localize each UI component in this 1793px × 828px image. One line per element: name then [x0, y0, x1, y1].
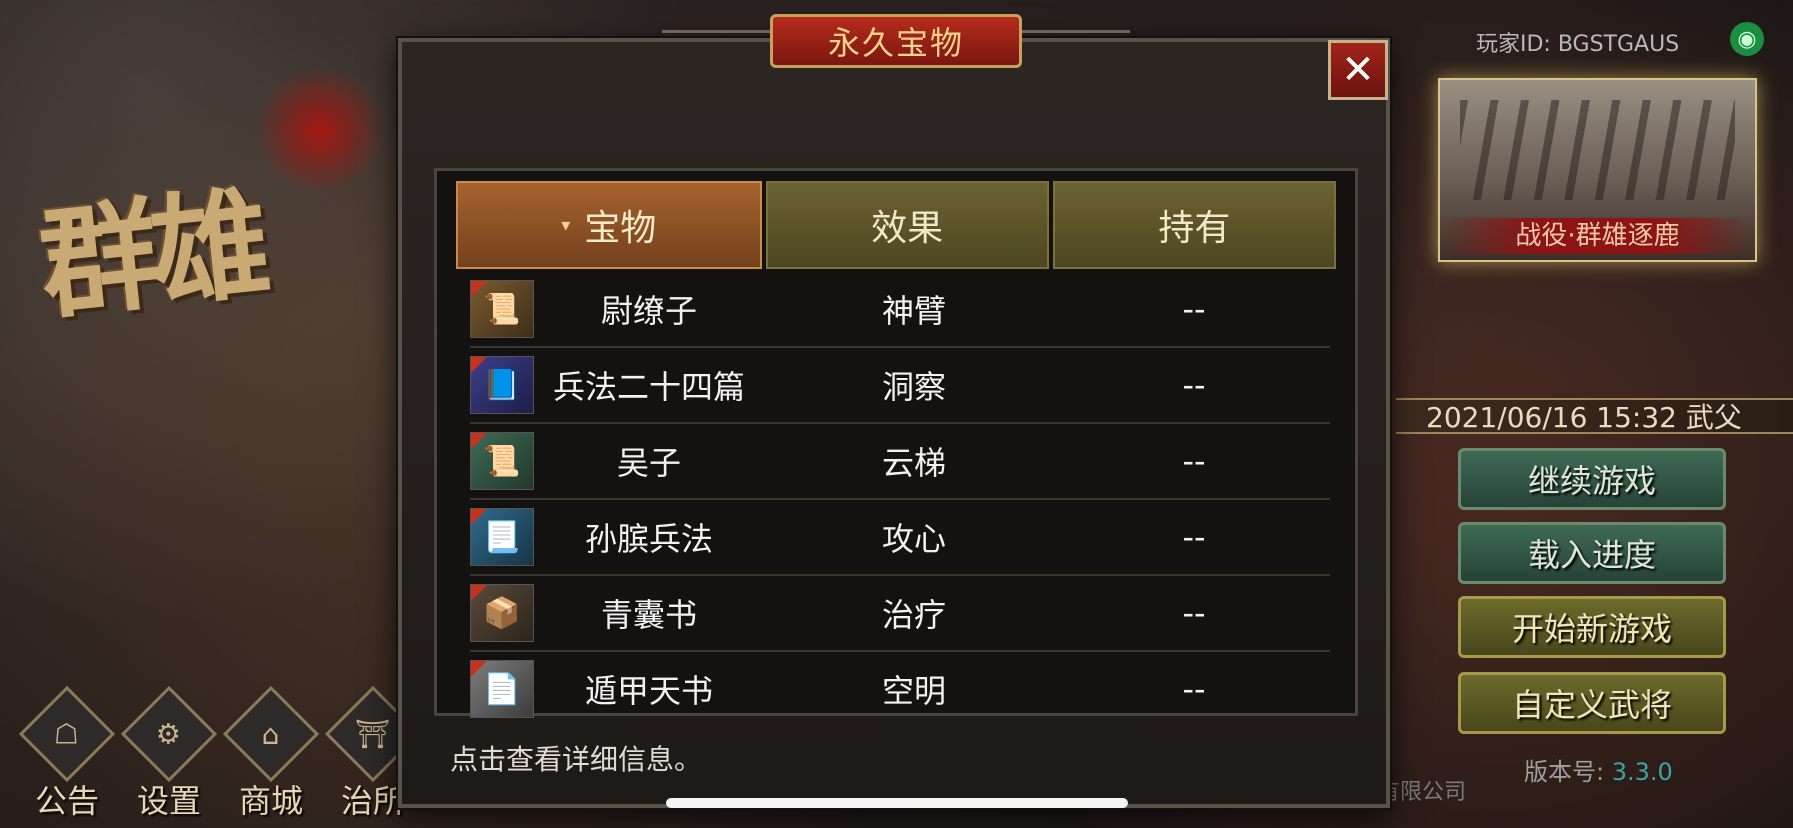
- treasure-owned: --: [1182, 290, 1206, 328]
- table-row[interactable]: 📦 青囊书 治疗 --: [470, 576, 1330, 652]
- dialog-title: 永久宝物: [827, 24, 964, 62]
- treasure-name: 尉缭子: [600, 292, 697, 330]
- main-menu: ☖ 公告 ⚙ 设置 ⌂ 商城 ⛩ 治所: [18, 685, 422, 822]
- column-label: 宝物: [584, 208, 657, 249]
- blue-book-icon: 📘: [470, 356, 534, 414]
- player-id: 玩家ID: BGSTGAUS: [1476, 32, 1680, 57]
- menu-label: 公告: [34, 782, 99, 820]
- game-logo: 群雄: [33, 173, 267, 337]
- treasure-name: 兵法二十四篇: [552, 368, 745, 406]
- treasure-name: 青囊书: [600, 596, 697, 634]
- column-header-treasure[interactable]: ▾ 宝物: [456, 181, 762, 269]
- custom-general-button[interactable]: 自定义武将: [1458, 672, 1726, 734]
- treasure-owned: --: [1182, 518, 1206, 556]
- column-label: 持有: [1158, 208, 1231, 249]
- open-scroll-icon: 📃: [470, 508, 534, 566]
- treasure-name: 遁甲天书: [584, 672, 713, 710]
- signal-icon[interactable]: ◉: [1730, 22, 1764, 56]
- shop-icon: ⌂: [222, 685, 320, 783]
- menu-shop[interactable]: ⌂ 商城: [222, 685, 320, 822]
- table-row[interactable]: 📄 遁甲天书 空明 --: [470, 652, 1330, 726]
- campaign-card[interactable]: 战役·群雄逐鹿: [1438, 78, 1757, 262]
- column-header-effect[interactable]: 效果: [765, 181, 1049, 269]
- campaign-banner: 战役·群雄逐鹿: [1440, 218, 1755, 254]
- continue-game-button[interactable]: 继续游戏: [1458, 448, 1726, 510]
- book-icon: 📜: [470, 280, 534, 338]
- table-row[interactable]: 📘 兵法二十四篇 洞察 --: [470, 348, 1330, 424]
- treasure-owned: --: [1182, 594, 1206, 632]
- bag-icon: 📦: [470, 584, 534, 642]
- treasure-owned: --: [1182, 442, 1206, 480]
- treasure-name: 孙膑兵法: [584, 520, 713, 558]
- treasure-list: 📜 尉缭子 神臂 -- 📘 兵法二十四篇 洞察 -- 📜 吴子 云梯 -- 📃 …: [470, 272, 1330, 726]
- celestial-scroll-icon: 📄: [470, 660, 534, 718]
- title-ornament-left: [662, 30, 782, 63]
- menu-notice[interactable]: ☖ 公告: [18, 685, 116, 822]
- treasure-effect: 治疗: [881, 596, 946, 634]
- version-info: 版本号: 3.3.0: [1524, 752, 1673, 787]
- treasure-effect: 洞察: [881, 368, 946, 406]
- gear-icon: ⚙: [120, 685, 218, 783]
- treasure-effect: 空明: [881, 672, 946, 710]
- treasure-owned: --: [1182, 670, 1206, 708]
- treasure-effect: 云梯: [881, 444, 946, 482]
- notice-icon: ☖: [18, 685, 116, 783]
- treasure-owned: --: [1182, 366, 1206, 404]
- treasure-name: 吴子: [616, 444, 681, 482]
- menu-label: 商城: [238, 782, 303, 820]
- treasure-effect: 神臂: [881, 292, 946, 330]
- company-text: 有限公司: [1378, 780, 1467, 805]
- table-row[interactable]: 📜 尉缭子 神臂 --: [470, 272, 1330, 348]
- sort-indicator-icon: ▾: [561, 214, 571, 236]
- home-indicator[interactable]: [666, 798, 1128, 808]
- table-row[interactable]: 📃 孙膑兵法 攻心 --: [470, 500, 1330, 576]
- campaign-art: [1460, 100, 1735, 200]
- table-row[interactable]: 📜 吴子 云梯 --: [470, 424, 1330, 500]
- menu-label: 治所: [340, 782, 405, 820]
- new-game-button[interactable]: 开始新游戏: [1458, 596, 1726, 658]
- column-label: 效果: [871, 208, 944, 249]
- hint-text: 点击查看详细信息。: [450, 743, 703, 776]
- table-header: ▾ 宝物 效果 持有: [456, 181, 1336, 269]
- title-ornament-right: [1010, 30, 1130, 63]
- treasure-effect: 攻心: [881, 520, 946, 558]
- load-progress-button[interactable]: 载入进度: [1458, 522, 1726, 584]
- save-datetime: 2021/06/16 15:32 武父: [1396, 398, 1793, 434]
- column-header-owned[interactable]: 持有: [1052, 181, 1336, 269]
- dialog-title-plate: 永久宝物: [770, 14, 1022, 68]
- version-number: 3.3.0: [1611, 758, 1673, 786]
- version-label: 版本号:: [1524, 758, 1605, 786]
- close-icon: ✕: [1341, 47, 1375, 93]
- menu-label: 设置: [136, 782, 201, 820]
- scroll-icon: 📜: [470, 432, 534, 490]
- menu-settings[interactable]: ⚙ 设置: [120, 685, 218, 822]
- close-button[interactable]: ✕: [1328, 40, 1388, 100]
